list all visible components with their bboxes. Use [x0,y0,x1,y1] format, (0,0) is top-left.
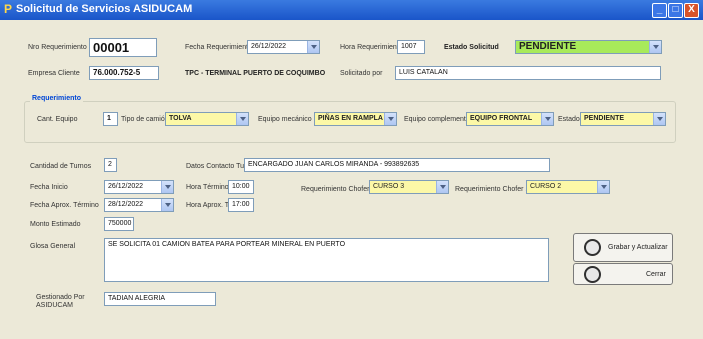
equipo-complementario-field[interactable]: EQUIPO FRONTAL [466,112,554,126]
estado-solicitud-field[interactable]: PENDIENTE [515,40,662,54]
fecha-requerimiento-value: 26/12/2022 [251,43,287,50]
grabar-actualizar-label: Grabar y Actualizar [608,244,668,251]
cant-equipo-label: Cant. Equipo [37,116,78,123]
chevron-down-icon[interactable] [653,113,665,125]
monto-estimado-label: Monto Estimado [30,221,81,228]
fecha-aprox-label: Fecha Aprox. Término [30,202,99,209]
chevron-down-icon[interactable] [384,113,396,125]
fecha-requerimiento-field[interactable]: 26/12/2022 [247,40,320,54]
fecha-inicio-label: Fecha Inicio [30,184,68,191]
requerimiento-chofer1-value: CURSO 2 [530,183,562,190]
tipo-camion-field[interactable]: TOLVA [165,112,249,126]
estado-field[interactable]: PENDIENTE [580,112,666,126]
chevron-down-icon[interactable] [161,181,173,193]
cantidad-turnos-label: Cantidad de Turnos [30,163,92,170]
solicitado-por-field[interactable]: LUIS CATALAN [395,66,661,80]
chevron-down-icon[interactable] [597,181,609,193]
fecha-inicio-value: 26/12/2022 [108,183,144,190]
chevron-down-icon[interactable] [307,41,319,53]
nro-requerimiento-label: Nro Requerimiento [28,44,87,51]
datos-contacto-field[interactable]: ENCARGADO JUAN CARLOS MIRANDA - 99389263… [244,158,550,172]
requerimiento-chofer-field[interactable]: CURSO 3 [369,180,449,194]
cant-equipo-field[interactable]: 1 [103,112,118,126]
save-icon [584,239,601,256]
hora-requerimiento-field[interactable]: 1007 [397,40,425,54]
requerimiento-chofer-label: Requerimiento Chofer [301,186,370,193]
solicitud-window: P Solicitud de Servicios ASIDUCAM _ □ X … [0,0,703,339]
empresa-cliente-field[interactable]: 76.000.752-5 [89,66,159,80]
hora-requerimiento-label: Hora Requerimiento [340,44,403,51]
maximize-button[interactable]: □ [668,3,683,18]
requerimiento-group-title: Requerimiento [30,95,84,102]
fecha-aprox-field[interactable]: 28/12/2022 [104,198,174,212]
close-button[interactable]: X [684,3,699,18]
estado-value: PENDIENTE [584,115,625,122]
glosa-general-textarea[interactable]: SE SOLICITA 01 CAMION BATEA PARA PORTEAR… [104,238,549,282]
requerimiento-chofer1-field[interactable]: CURSO 2 [526,180,610,194]
chevron-down-icon[interactable] [236,113,248,125]
equipo-mecanico-value: PIÑAS EN RAMPLA [318,115,383,122]
hora-termino-field[interactable]: 10:00 [228,180,254,194]
cerrar-button[interactable]: Cerrar [573,263,673,285]
cantidad-turnos-field[interactable]: 2 [104,158,117,172]
empresa-cliente-label: Empresa Cliente [28,70,80,77]
solicitado-por-label: Solicitado por [340,70,383,77]
requerimiento-chofer-value: CURSO 3 [373,183,405,190]
window-title: Solicitud de Servicios ASIDUCAM [16,3,193,15]
monto-estimado-field[interactable]: 750000 [104,217,134,231]
gestionado-por-label: Gestionado Por ASIDUCAM [36,294,85,309]
tipo-camion-value: TOLVA [169,115,192,122]
chevron-down-icon[interactable] [541,113,553,125]
estado-solicitud-label: Estado Solicitud [444,44,499,51]
fecha-requerimiento-label: Fecha Requerimiento [185,44,252,51]
close-door-icon [584,266,601,283]
chevron-down-icon[interactable] [436,181,448,193]
glosa-general-label: Glosa General [30,243,76,250]
fecha-inicio-field[interactable]: 26/12/2022 [104,180,174,194]
chevron-down-icon[interactable] [161,199,173,211]
title-bar[interactable]: P Solicitud de Servicios ASIDUCAM _ □ X [0,0,703,20]
terminal-text: TPC - TERMINAL PUERTO DE COQUIMBO [185,70,326,77]
equipo-mecanico-label: Equipo mecánico [258,116,312,123]
gestionado-por-field[interactable]: TADIAN ALEGRIA [104,292,216,306]
requerimiento-chofer1-label: Requerimiento Chofer 1 [455,186,530,193]
estado-label: Estado [558,116,580,123]
cerrar-label: Cerrar [646,271,666,278]
equipo-mecanico-field[interactable]: PIÑAS EN RAMPLA [314,112,397,126]
fecha-aprox-value: 28/12/2022 [108,201,144,208]
chevron-down-icon[interactable] [649,41,661,53]
minimize-button[interactable]: _ [652,3,667,18]
hora-termino-label: Hora Término [186,184,229,191]
estado-solicitud-value: PENDIENTE [519,41,577,52]
equipo-complementario-value: EQUIPO FRONTAL [470,115,533,122]
grabar-actualizar-button[interactable]: Grabar y Actualizar [573,233,673,262]
hora-aprox-field[interactable]: 17:00 [228,198,254,212]
nro-requerimiento-field[interactable]: 00001 [89,38,157,57]
tipo-camion-label: Tipo de camión [121,116,169,123]
